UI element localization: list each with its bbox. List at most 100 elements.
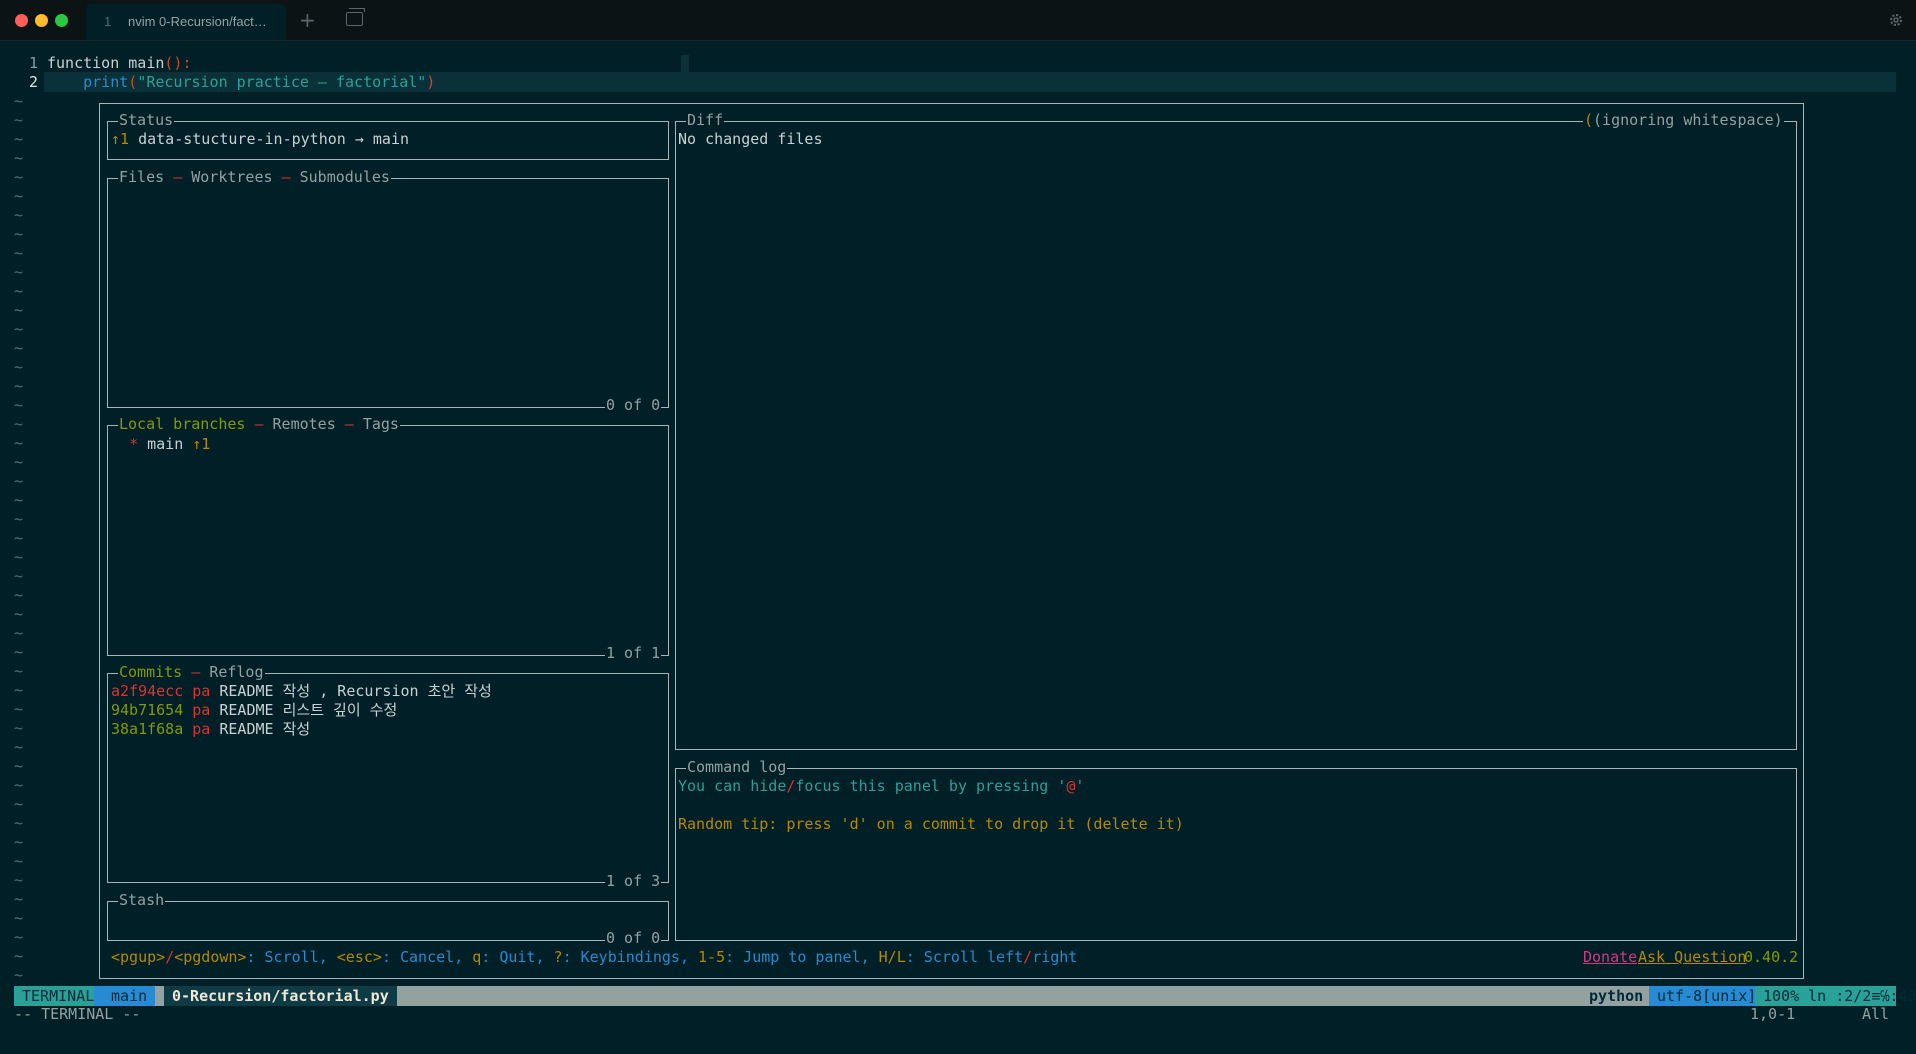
empty-line-tilde: ~ [14, 130, 24, 148]
commit-message: README 작성 [219, 720, 311, 738]
empty-line-tilde: ~ [14, 206, 24, 224]
filetype: python [1589, 987, 1644, 1005]
empty-line-tilde: ~ [14, 491, 24, 509]
command-log-hint: You can hide/focus this panel by pressin… [678, 777, 1084, 796]
key-desc: : Quit, [481, 948, 554, 966]
code-line-1[interactable]: function main(): [47, 54, 192, 73]
empty-line-tilde: ~ [14, 662, 24, 680]
tab-reflog[interactable]: Reflog [209, 663, 263, 681]
donate-link[interactable]: Donate [1583, 948, 1637, 967]
empty-line-tilde: ~ [14, 605, 24, 623]
code-line-2[interactable]: print("Recursion practice – factorial") [47, 73, 435, 92]
key-esc: <esc> [336, 948, 382, 966]
empty-line-tilde: ~ [14, 738, 24, 756]
key-q: q [472, 948, 482, 966]
status-line: ↑1 data-stucture-in-python → main [111, 130, 409, 149]
cmdline-scroll: All [1862, 1005, 1890, 1023]
files-count: 0 of 0 [605, 396, 662, 415]
empty-line-tilde: ~ [14, 263, 24, 281]
tab-files[interactable]: Files [119, 168, 164, 186]
key-pgdown: <pgdown> [174, 948, 247, 966]
key-pgup: <pgup> [111, 948, 166, 966]
key-help: ? [553, 948, 563, 966]
empty-line-tilde: ~ [14, 928, 24, 946]
diff-panel-title: Diff [686, 111, 725, 130]
stash-panel[interactable] [107, 901, 669, 941]
color-column [681, 55, 689, 73]
tab-number: 1 [104, 14, 112, 29]
empty-line-tilde: ~ [14, 92, 24, 110]
branch-item[interactable]: * main ↑1 [111, 435, 210, 454]
diff-whitespace-note: ((ignoring whitespace) [1583, 111, 1784, 130]
tab-submodules[interactable]: Submodules [300, 168, 390, 186]
status-branch: main [372, 130, 410, 148]
cmdline-mode: -- TERMINAL -- [14, 1005, 141, 1023]
random-tip: Random tip: press 'd' on a commit to dro… [678, 815, 1184, 834]
repo-name: data-stucture-in-python [138, 130, 346, 148]
diff-note-text: (ignoring whitespace) [1593, 111, 1783, 129]
tab-local-branches[interactable]: Local branches [119, 415, 245, 433]
empty-line-tilde: ~ [14, 339, 24, 357]
empty-line-tilde: ~ [14, 890, 24, 908]
empty-line-tilde: ~ [14, 510, 24, 528]
tab-separator: – [254, 415, 264, 433]
cmdline-ruler: 1,0-1 [1750, 1005, 1796, 1023]
branches-panel[interactable] [107, 425, 669, 656]
key-desc: : Jump to panel, [725, 948, 879, 966]
empty-line-tilde: ~ [14, 795, 24, 813]
empty-line-tilde: ~ [14, 472, 24, 490]
empty-line-tilde: ~ [14, 700, 24, 718]
commit-author: pa [192, 682, 211, 700]
empty-line-tilde: ~ [14, 776, 24, 794]
close-window-button[interactable] [15, 14, 28, 27]
commit-author: pa [192, 720, 211, 738]
empty-line-tilde: ~ [14, 187, 24, 205]
stash-panel-title: Stash [118, 891, 166, 910]
key-desc: : Cancel, [381, 948, 473, 966]
branches-panel-title: Local branches – Remotes – Tags [118, 415, 400, 434]
commit-hash: 94b71654 [111, 701, 184, 719]
key-hl: H/L [878, 948, 906, 966]
commit-author: pa [192, 701, 211, 719]
tab-worktrees[interactable]: Worktrees [191, 168, 272, 186]
commit-row[interactable]: 38a1f68a pa README 작성 [111, 720, 310, 739]
empty-line-tilde: ~ [14, 149, 24, 167]
keyword-function: function main(): [47, 54, 192, 72]
minimize-window-button[interactable] [35, 14, 48, 27]
line-number-1: 1 [28, 54, 38, 72]
empty-line-tilde: ~ [14, 320, 24, 338]
empty-line-tilde: ~ [14, 681, 24, 699]
empty-line-tilde: ~ [14, 757, 24, 775]
ask-question-link[interactable]: Ask Question [1638, 948, 1746, 967]
tab-tags[interactable]: Tags [363, 415, 399, 433]
keybinding-hints: <pgup>/<pgdown>: Scroll, <esc>: Cancel, … [111, 948, 1077, 967]
tip-text: press 'd' on a commit to drop it (delete… [786, 815, 1184, 833]
empty-line-tilde: ~ [14, 415, 24, 433]
hint-text: You can hide [678, 777, 787, 795]
statusline: TERMINAL main 0-Recursion/factorial.py p… [14, 986, 1916, 1006]
files-panel[interactable] [107, 178, 669, 408]
tab-commits[interactable]: Commits [119, 663, 182, 681]
gear-icon[interactable] [1888, 12, 1904, 28]
tab-title: nvim 0-Recursion/fact… [128, 14, 267, 29]
commit-row[interactable]: 94b71654 pa README 리스트 깊이 수정 [111, 701, 397, 720]
tab-remotes[interactable]: Remotes [273, 415, 336, 433]
tab-overview-icon[interactable] [346, 8, 365, 26]
empty-line-tilde: ~ [14, 244, 24, 262]
empty-line-tilde: ~ [14, 852, 24, 870]
zoom-window-button[interactable] [55, 14, 68, 27]
diff-panel[interactable] [675, 121, 1797, 750]
commit-message: README 작성 , Recursion 초안 작성 [219, 682, 492, 700]
ahead-count: ↑1 [111, 130, 130, 148]
new-tab-icon[interactable]: + [299, 8, 316, 32]
terminal-tab[interactable]: 1 nvim 0-Recursion/fact… [86, 4, 286, 40]
tip-label: Random tip: [678, 815, 778, 833]
empty-line-tilde: ~ [14, 225, 24, 243]
empty-line-tilde: ~ [14, 643, 24, 661]
empty-line-tilde: ~ [14, 947, 24, 965]
key-panels: 1-5 [698, 948, 726, 966]
file-path: 0-Recursion/factorial.py [164, 986, 397, 1006]
position-segment: 100% ln :2/2≡℅:43 [1755, 986, 1916, 1006]
commit-row[interactable]: a2f94ecc pa README 작성 , Recursion 초안 작성 [111, 682, 492, 701]
tab-separator: – [344, 415, 354, 433]
